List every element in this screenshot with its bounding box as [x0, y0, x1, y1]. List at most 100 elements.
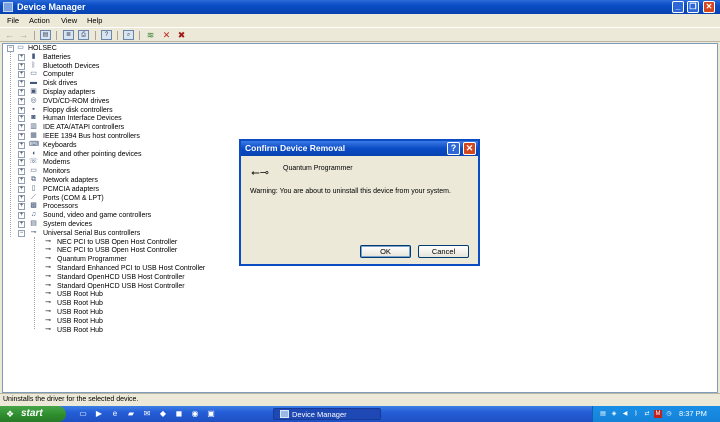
tree-device[interactable]: ⊸ NEC PCI to USB Open Host Controller: [3, 238, 263, 247]
tree-device[interactable]: ⊸ Standard OpenHCD USB Host Controller: [3, 273, 263, 282]
forward-arrow-icon[interactable]: →: [18, 30, 29, 40]
properties-icon[interactable]: ≣: [63, 30, 74, 40]
tree-category[interactable]: + ☏ Modems: [3, 158, 243, 167]
expand-icon[interactable]: +: [18, 133, 25, 140]
tree-category[interactable]: + ♫ Sound, video and game controllers: [3, 211, 243, 220]
tree-category[interactable]: + ▩ Processors: [3, 202, 243, 211]
collapse-icon[interactable]: −: [18, 229, 25, 237]
usb-device-icon: ⊸: [45, 255, 51, 263]
tree-category[interactable]: + ▬ Disk drives: [3, 79, 243, 88]
internet-explorer-icon[interactable]: e: [110, 409, 120, 419]
menu-file[interactable]: File: [7, 16, 19, 25]
usb-icon: ⭠⊸: [251, 167, 270, 179]
app-quicklaunch-icon[interactable]: ◼: [174, 409, 184, 419]
app-quicklaunch-icon[interactable]: ◉: [190, 409, 200, 419]
expand-icon[interactable]: +: [18, 53, 25, 61]
tree-device[interactable]: ⊸ Standard Enhanced PCI to USB Host Contr…: [3, 264, 263, 273]
back-arrow-icon[interactable]: ←: [4, 30, 15, 40]
tree-device[interactable]: ⊸ Quantum Programmer: [3, 255, 263, 264]
tree-category[interactable]: + ▯ PCMCIA adapters: [3, 185, 243, 194]
expand-icon[interactable]: +: [18, 115, 25, 123]
menu-action[interactable]: Action: [29, 16, 50, 25]
tree-device[interactable]: ⊸ USB Root Hub: [3, 299, 263, 308]
volume-tray-icon[interactable]: ◀: [621, 410, 629, 418]
tree-category[interactable]: + ◎ DVD/CD-ROM drives: [3, 97, 243, 106]
expand-icon[interactable]: +: [18, 80, 25, 88]
expand-icon[interactable]: +: [18, 89, 25, 96]
menu-help[interactable]: Help: [87, 16, 102, 25]
tree-category[interactable]: + ⟋ Ports (COM & LPT): [3, 194, 243, 203]
collapse-icon[interactable]: −: [7, 45, 14, 52]
expand-icon[interactable]: +: [18, 221, 25, 228]
app-quicklaunch-icon[interactable]: ▣: [206, 409, 216, 419]
tree-category[interactable]: + ▤ System devices: [3, 220, 243, 229]
expand-icon[interactable]: +: [18, 203, 25, 211]
bluetooth-tray-icon[interactable]: ᛒ: [632, 410, 640, 418]
expand-icon[interactable]: +: [18, 212, 25, 220]
tree-category[interactable]: + ▥ IDE ATA/ATAPI controllers: [3, 123, 243, 132]
expand-icon[interactable]: +: [18, 177, 25, 184]
expand-icon[interactable]: +: [18, 194, 25, 202]
ok-button[interactable]: OK: [360, 245, 411, 258]
show-hide-console-tree-icon[interactable]: ▤: [40, 30, 51, 40]
antivirus-tray-icon[interactable]: M: [654, 410, 662, 418]
minimize-button[interactable]: _: [672, 1, 684, 13]
app-quicklaunch-icon[interactable]: ◆: [158, 409, 168, 419]
show-desktop-icon[interactable]: ▭: [78, 409, 88, 419]
tree-category[interactable]: + ▣ Display adapters: [3, 88, 243, 97]
expand-icon[interactable]: +: [18, 71, 25, 79]
expand-icon[interactable]: +: [18, 141, 25, 149]
expand-icon[interactable]: +: [18, 168, 25, 176]
expand-icon[interactable]: +: [18, 185, 25, 193]
close-button[interactable]: ✕: [703, 1, 715, 13]
dialog-title-bar[interactable]: Confirm Device Removal ? ✕: [241, 141, 478, 156]
tree-category[interactable]: + ▮ Batteries: [3, 53, 243, 62]
device-manager-icon: [280, 410, 289, 418]
tree-category[interactable]: + ▪ Floppy disk controllers: [3, 106, 243, 115]
help-icon[interactable]: ?: [101, 30, 112, 40]
scan-hardware-icon[interactable]: ⌕: [123, 30, 134, 40]
tree-root[interactable]: − ▭ HOLSEC: [3, 44, 203, 53]
update-driver-icon[interactable]: ≋: [145, 30, 156, 40]
clock-tray-icon[interactable]: ◷: [665, 410, 673, 418]
tree-device[interactable]: ⊸ USB Root Hub: [3, 308, 263, 317]
folder-icon[interactable]: ▰: [126, 409, 136, 419]
expand-icon[interactable]: +: [18, 106, 25, 114]
disable-device-icon[interactable]: ✕: [161, 30, 172, 40]
expand-icon[interactable]: +: [18, 62, 25, 70]
restore-button[interactable]: ❐: [687, 1, 699, 13]
dialog-help-button[interactable]: ?: [447, 142, 460, 155]
menu-view[interactable]: View: [61, 16, 77, 25]
taskbar-device-manager-button[interactable]: Device Manager: [273, 408, 381, 420]
security-tray-icon[interactable]: ◈: [610, 410, 618, 418]
tree-device[interactable]: ⊸ USB Root Hub: [3, 290, 263, 299]
tree-category[interactable]: + ◙ Human Interface Devices: [3, 114, 243, 123]
expand-icon[interactable]: +: [18, 159, 25, 167]
mail-icon[interactable]: ✉: [142, 409, 152, 419]
tree-category[interactable]: + ▭ Computer: [3, 70, 243, 79]
uninstall-device-icon[interactable]: ✖: [176, 30, 187, 40]
cancel-button[interactable]: Cancel: [418, 245, 469, 258]
title-bar[interactable]: Device Manager _ ❐ ✕: [0, 0, 720, 14]
expand-icon[interactable]: +: [18, 97, 25, 105]
tree-device[interactable]: ⊸ Standard OpenHCD USB Host Controller: [3, 282, 263, 291]
media-player-icon[interactable]: ▶: [94, 409, 104, 419]
tree-category[interactable]: + ⧉ Network adapters: [3, 176, 243, 185]
tree-category[interactable]: + ᛒ Bluetooth Devices: [3, 62, 243, 71]
tree-category[interactable]: − ⊸ Universal Serial Bus controllers: [3, 229, 243, 238]
tree-root-label: HOLSEC: [28, 45, 57, 52]
tree-category[interactable]: + ▭ Monitors: [3, 167, 243, 176]
usb-tray-icon[interactable]: ⇄: [643, 410, 651, 418]
tree-category[interactable]: + ⌨ Keyboards: [3, 141, 243, 150]
dialog-close-button[interactable]: ✕: [463, 142, 476, 155]
tree-category[interactable]: + ◖ Mice and other pointing devices: [3, 150, 243, 159]
expand-icon[interactable]: +: [18, 124, 25, 132]
tree-category[interactable]: + ▦ IEEE 1394 Bus host controllers: [3, 132, 243, 141]
network-tray-icon[interactable]: ▤: [599, 410, 607, 418]
print-icon[interactable]: ⎙: [78, 30, 89, 40]
start-button[interactable]: ❖ start: [0, 406, 66, 422]
tree-device[interactable]: ⊸ USB Root Hub: [3, 326, 263, 335]
expand-icon[interactable]: +: [18, 150, 25, 158]
tree-device[interactable]: ⊸ USB Root Hub: [3, 317, 263, 326]
tree-device[interactable]: ⊸ NEC PCI to USB Open Host Controller: [3, 246, 263, 255]
